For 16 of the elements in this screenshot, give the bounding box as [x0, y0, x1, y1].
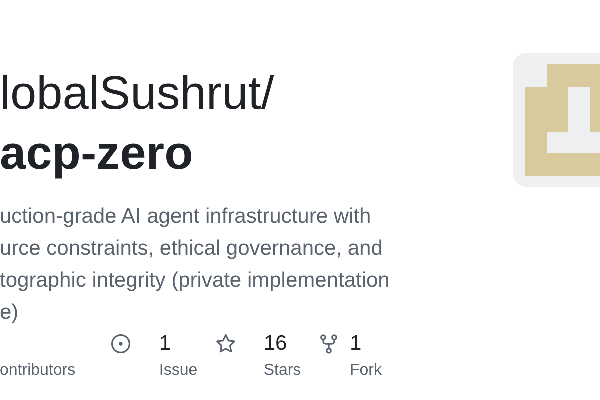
repo-owner: lobalSushrut/: [0, 65, 276, 121]
description-line: urce constraints, ethical governance, and: [0, 236, 384, 262]
stat-count: 16: [264, 332, 288, 356]
stat-label: Issue: [159, 362, 199, 380]
description-line: uction-grade AI agent infrastructure with: [0, 204, 372, 230]
stat-count: 1: [159, 332, 172, 356]
stat-count: 1: [350, 332, 363, 356]
repo-name: acp-zero: [0, 125, 194, 181]
stat-label: ontributors: [0, 362, 77, 380]
stat-label: Stars: [264, 362, 302, 380]
description-line: e): [0, 300, 20, 326]
issue-icon: [110, 333, 132, 355]
stat-label: Fork: [350, 362, 382, 380]
fork-icon: [318, 333, 340, 355]
star-icon: [215, 333, 237, 355]
description-line: tographic integrity (private implementation: [0, 268, 391, 294]
